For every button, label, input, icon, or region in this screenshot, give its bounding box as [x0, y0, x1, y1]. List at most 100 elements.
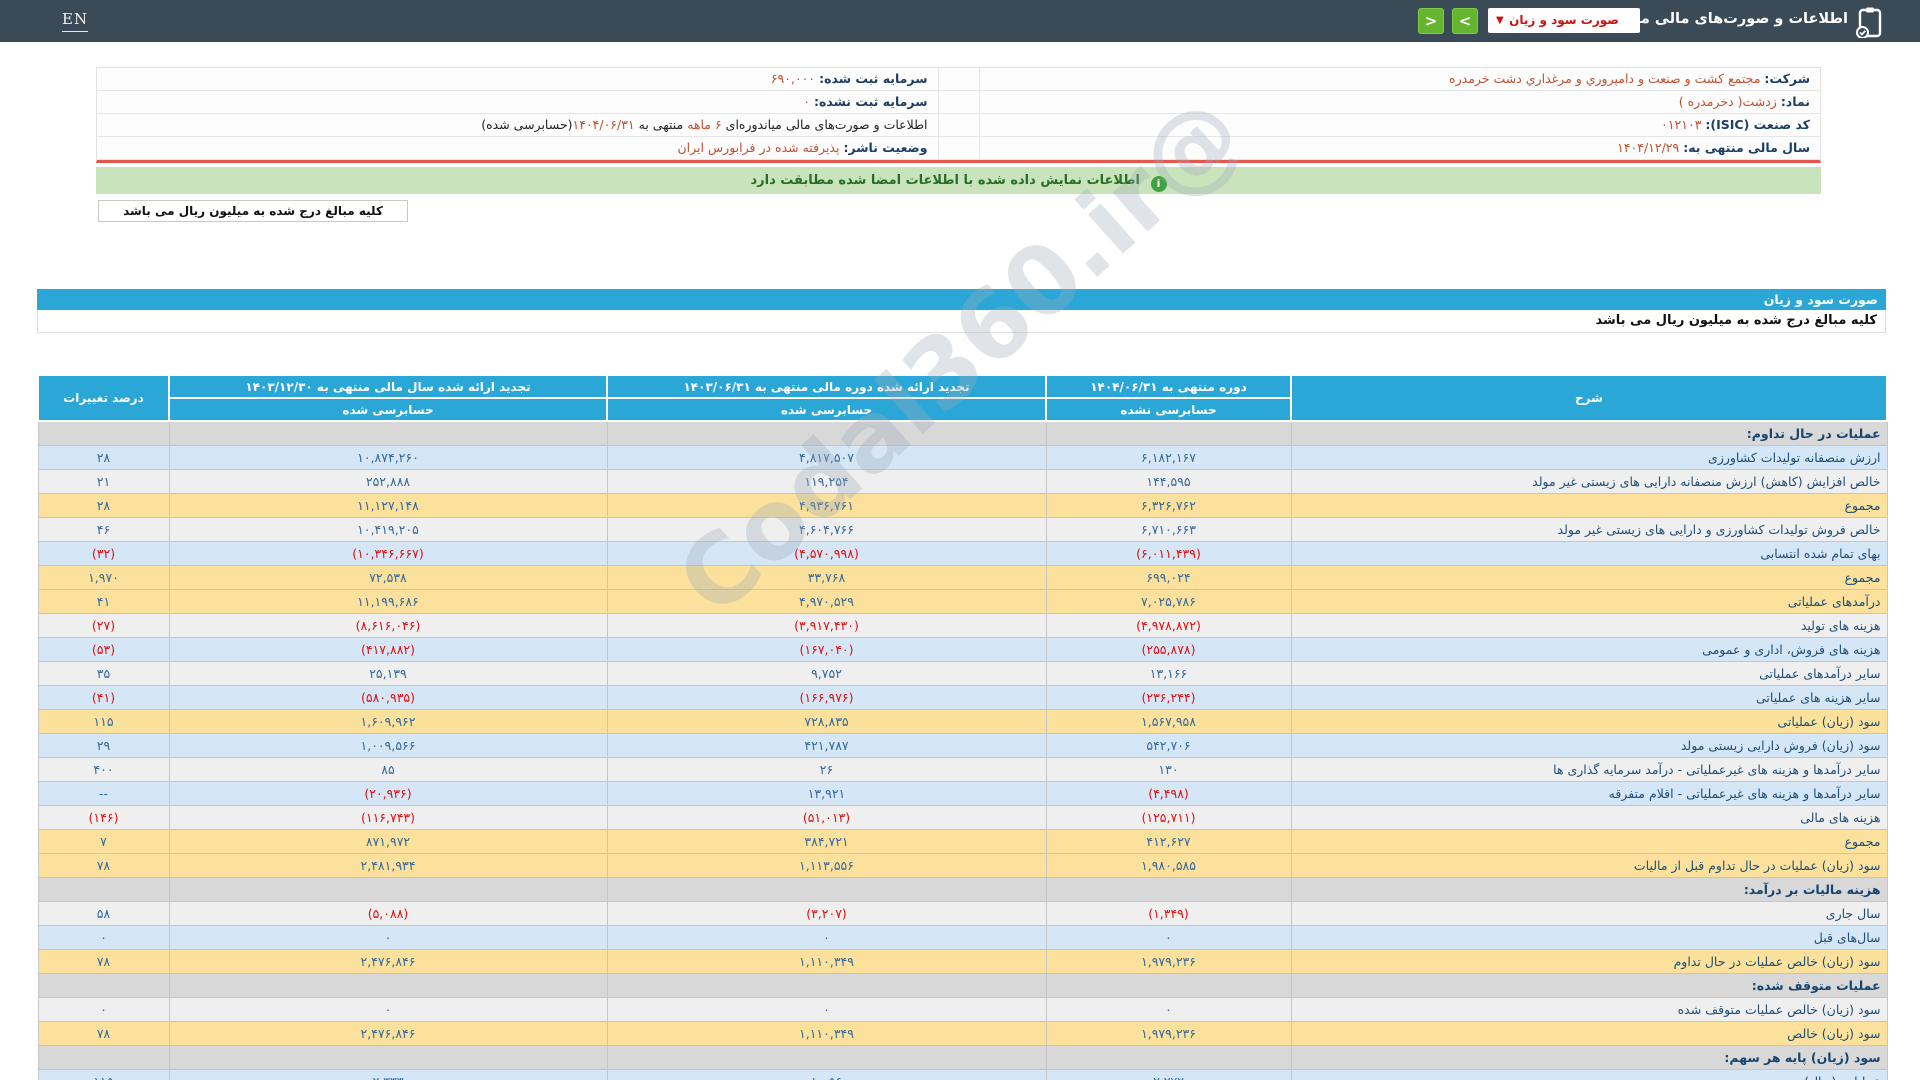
pct-change: --	[37, 780, 170, 806]
value-1404: ۷,۰۲۵,۷۸۶	[1045, 588, 1292, 614]
statement-title-bar: صورت سود و زیان	[37, 289, 1886, 310]
section-row: هزینه مالیات بر درآمد:	[37, 876, 1888, 902]
value-1403-6m: ۰	[606, 924, 1047, 950]
value-1404: (۱۲۵,۷۱۱)	[1045, 804, 1292, 830]
value-1404	[1045, 420, 1292, 446]
company-info-cell: شرکت: مجتمع کشت و صنعت و دامپروري و مرغد…	[979, 68, 1820, 91]
pct-change: ۲۸	[37, 444, 170, 470]
value-1404: ۱,۹۷۹,۲۳۶	[1045, 948, 1292, 974]
value-1403-6m: (۳,۹۱۷,۴۳۰)	[606, 612, 1047, 638]
report-type-dropdown[interactable]: صورت سود و زیان ▼	[1488, 8, 1640, 33]
pct-change: ۷۸	[37, 852, 170, 878]
table-row: سود (زیان) خالص عملیات در حال تداوم ۱,۹۷۹…	[37, 948, 1888, 974]
codal-interim-statement-page: { "topbar": { "en_label": "EN", "title":…	[0, 0, 1920, 1080]
pct-change: ۱۱۵	[37, 1068, 170, 1080]
value-1403-yr: (۱۰,۳۴۶,۶۶۷)	[168, 540, 608, 566]
info-icon: i	[1150, 176, 1167, 192]
col-header-description[interactable]: شرح	[1290, 374, 1888, 422]
next-statement-button[interactable]: >	[1452, 8, 1478, 34]
amounts-unit-note-row: کلیه مبالغ درج شده به میلیون ریال می باش…	[37, 310, 1886, 333]
value-1403-6m: ۳۳,۷۶۸	[606, 564, 1047, 590]
row-label: سال‌های قبل	[1290, 924, 1888, 950]
value-1404: ۶۹۹,۰۲۴	[1045, 564, 1292, 590]
row-label: هزینه های فروش، اداری و عمومی	[1290, 636, 1888, 662]
table-row: سایر درآمدها و هزینه های غیرعملیاتی - در…	[37, 756, 1888, 782]
value-1403-yr: ۷۲,۵۳۸	[168, 564, 608, 590]
value-1404: (۱,۳۴۹)	[1045, 900, 1292, 926]
pct-change: (۳۲)	[37, 540, 170, 566]
value-1403-6m: (۳,۲۰۷)	[606, 900, 1047, 926]
row-label: سود (زیان) فروش دارایی زیستی مولد	[1290, 732, 1888, 758]
row-label: سود (زیان) خالص	[1290, 1020, 1888, 1046]
chevron-left-icon: <	[1424, 12, 1438, 30]
pct-change: ۱۱۵	[37, 708, 170, 734]
value-1403-yr: (۵۸۰,۹۳۵)	[168, 684, 608, 710]
info-table-divider	[937, 91, 980, 114]
pct-change: (۲۷)	[37, 612, 170, 638]
company-info-cell: سرمایه ثبت نشده: ۰	[97, 91, 938, 114]
pct-change: ۷	[37, 828, 170, 854]
value-1404: ۰	[1045, 996, 1292, 1022]
pct-change	[37, 420, 170, 446]
value-1403-6m	[606, 876, 1047, 902]
value-1403-yr: ۱۱,۱۲۷,۱۴۸	[168, 492, 608, 518]
pct-change: ۲۱	[37, 468, 170, 494]
value-1403-yr: (۴۱۷,۸۸۲)	[168, 636, 608, 662]
row-label: سود (زیان) پایه هر سهم:	[1290, 1044, 1888, 1070]
row-label: هزینه مالیات بر درآمد:	[1290, 876, 1888, 902]
section-row: عملیات در حال تداوم:	[37, 420, 1888, 446]
pct-change: ۲۹	[37, 732, 170, 758]
table-row: ارزش منصفانه تولیدات کشاورزی ۶,۱۸۲,۱۶۷ ۴,۸…	[37, 444, 1888, 470]
table-row: مجموع ۴۱۲,۶۲۷ ۳۸۴,۷۲۱ ۸۷۱,۹۷۲ ۷	[37, 828, 1888, 854]
pct-change: ۷۸	[37, 1020, 170, 1046]
value-1403-6m: ۴,۸۱۷,۵۰۷	[606, 444, 1047, 470]
col-subheader-1403-yr-audit: حسابرسی شده	[168, 397, 608, 422]
amounts-unit-note-box: کلیه مبالغ درج شده به میلیون ریال می باش…	[98, 200, 408, 222]
company-info-cell: کد صنعت (ISIC): ۰۱۲۱۰۳	[979, 114, 1820, 137]
col-header-1403-yr[interactable]: تجدید ارائه شده سال مالی منتهی به ۱۴۰۳/۱…	[168, 374, 608, 399]
value-1403-yr: (۸,۶۱۶,۰۴۶)	[168, 612, 608, 638]
table-row: سایر هزینه های عملیاتی (۲۳۶,۲۴۴) (۱۶۶,۹۷۶)…	[37, 684, 1888, 710]
table-row: سود (زیان) خالص ۱,۹۷۹,۲۳۶ ۱,۱۱۰,۳۴۹ ۲,۴۷۶,۸…	[37, 1020, 1888, 1046]
pct-change: ۰	[37, 996, 170, 1022]
value-1403-6m: ۱۱۹,۲۵۴	[606, 468, 1047, 494]
signed-info-alert-text: اطلاعات نمایش داده شده با اطلاعات امضا ش…	[750, 173, 1140, 188]
value-1404: ۱۳۰	[1045, 756, 1292, 782]
col-header-1404[interactable]: دوره منتهی به ۱۴۰۴/۰۶/۳۱	[1045, 374, 1292, 399]
col-header-pct-change[interactable]: درصد تغییرات	[37, 374, 170, 422]
value-1403-yr: ۰	[168, 996, 608, 1022]
table-row: سود (زیان) عملیاتی ۱,۵۶۷,۹۵۸ ۷۲۸,۸۳۵ ۱,۶۰۹,…	[37, 708, 1888, 734]
table-row: عملیاتی (ریال)۲,۲۷۲۱,۰۵۶۲,۳۳۳۱۱۵	[37, 1068, 1888, 1080]
row-label: مجموع	[1290, 828, 1888, 854]
pct-change: (۴۱)	[37, 684, 170, 710]
row-label: سود (زیان) خالص عملیات متوقف شده	[1290, 996, 1888, 1022]
value-1403-6m: (۵۱,۰۱۳)	[606, 804, 1047, 830]
pct-change: ۲۸	[37, 492, 170, 518]
row-label: بهای تمام شده انتسابی	[1290, 540, 1888, 566]
value-1403-6m: ۱۳,۹۲۱	[606, 780, 1047, 806]
row-label: سود (زیان) عملیاتی	[1290, 708, 1888, 734]
col-header-1403-6m[interactable]: تجدید ارائه شده دوره مالی منتهی به ۱۴۰۳/…	[606, 374, 1047, 399]
pct-change: ۴۰۰	[37, 756, 170, 782]
previous-statement-button[interactable]: <	[1418, 8, 1444, 34]
pct-change: (۵۳)	[37, 636, 170, 662]
value-1404: ۱۳,۱۶۶	[1045, 660, 1292, 686]
value-1403-yr	[168, 420, 608, 446]
col-subheader-1403-6m-audit: حسابرسی شده	[606, 397, 1047, 422]
profit-loss-table: شرح دوره منتهی به ۱۴۰۴/۰۶/۳۱ تجدید ارائه…	[37, 374, 1888, 1080]
value-1404: (۶,۰۱۱,۴۳۹)	[1045, 540, 1292, 566]
info-table-divider	[937, 137, 980, 160]
value-1403-6m: ۱,۱۱۰,۳۴۹	[606, 948, 1047, 974]
row-label: سایر درآمدها و هزینه های غیرعملیاتی - اق…	[1290, 780, 1888, 806]
value-1403-yr: ۰	[168, 924, 608, 950]
value-1403-yr: ۲,۴۷۶,۸۴۶	[168, 948, 608, 974]
info-table-divider	[937, 68, 980, 91]
row-label: عملیات متوقف شده:	[1290, 972, 1888, 998]
language-en-link[interactable]: EN	[62, 10, 89, 32]
top-navigation-bar: EN اطلاعات و صورت‌های مالی میاندوره‌ای ص…	[0, 0, 1920, 42]
value-1403-yr: ۲,۳۳۳	[168, 1068, 608, 1080]
row-label: درآمدهای عملیاتی	[1290, 588, 1888, 614]
value-1404: ۱۴۴,۵۹۵	[1045, 468, 1292, 494]
value-1404: ۵۴۲,۷۰۶	[1045, 732, 1292, 758]
table-row: سایر درآمدهای عملیاتی ۱۳,۱۶۶ ۹,۷۵۲ ۲۵,۱۳۹ ۳۵	[37, 660, 1888, 686]
